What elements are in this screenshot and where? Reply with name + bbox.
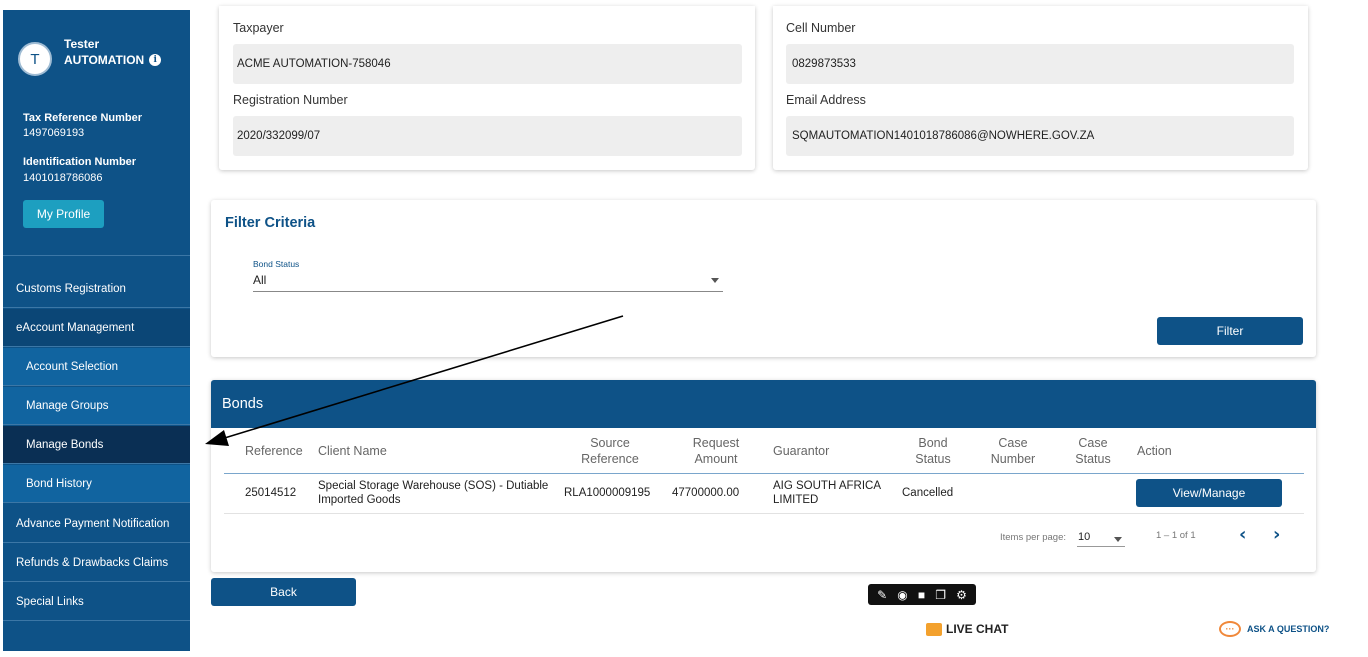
user-first-name: Tester	[64, 37, 100, 51]
sidebar: T Tester AUTOMATION i Tax Reference Numb…	[3, 10, 190, 651]
sidebar-divider	[3, 255, 190, 256]
column-header-guarantor: Guarantor	[773, 444, 830, 458]
bond-status-underline	[253, 291, 723, 292]
items-per-page-select[interactable]: 10	[1078, 531, 1090, 543]
filter-button[interactable]: Filter	[1157, 317, 1303, 345]
ask-question-link[interactable]: ··· ASK A QUESTION?	[1219, 621, 1329, 637]
tax-reference-value: 1497069193	[23, 127, 85, 139]
sidebar-item-account-selection[interactable]: Account Selection	[3, 348, 190, 386]
taxpayer-details-card: Taxpayer ACME AUTOMATION-758046 Registra…	[219, 6, 755, 170]
taxpayer-field: ACME AUTOMATION-758046	[233, 44, 742, 84]
cell-request-amount: 47700000.00	[672, 487, 740, 499]
column-header-case-number: Case Number	[990, 436, 1036, 466]
column-header-reference: Reference	[245, 444, 303, 458]
filter-criteria-card: Filter Criteria Bond Status All Filter	[211, 200, 1316, 357]
registration-number-field: 2020/332099/07	[233, 116, 742, 156]
sidebar-item-customs-registration[interactable]: Customs Registration	[3, 270, 190, 308]
registration-number-label: Registration Number	[233, 93, 348, 107]
cell-number-field: 0829873533	[786, 44, 1294, 84]
email-address-field: SQMAUTOMATION1401018786086@NOWHERE.GOV.Z…	[786, 116, 1294, 156]
row-divider	[224, 513, 1304, 514]
cell-guarantor: AIG SOUTH AFRICA LIMITED	[773, 480, 881, 506]
sidebar-item-eaccount-management[interactable]: eAccount Management	[3, 309, 190, 347]
header-divider	[224, 473, 1304, 474]
column-header-source-reference: Source Reference	[581, 436, 639, 466]
video-icon[interactable]: ■	[918, 589, 925, 601]
back-button[interactable]: Back	[211, 578, 356, 606]
sidebar-item-bond-history[interactable]: Bond History	[3, 465, 190, 503]
copy-icon[interactable]: ❐	[935, 589, 946, 601]
cell-number-label: Cell Number	[786, 21, 856, 35]
column-header-bond-status: Bond Status	[915, 436, 951, 466]
identification-label: Identification Number	[23, 156, 137, 168]
sidebar-item-refunds-drawbacks[interactable]: Refunds & Drawbacks Claims	[3, 544, 190, 582]
items-per-page-underline	[1077, 546, 1125, 547]
email-address-label: Email Address	[786, 93, 866, 107]
speech-bubble-icon: ···	[1219, 621, 1241, 637]
sidebar-item-special-links[interactable]: Special Links	[3, 583, 190, 621]
bonds-card: Bonds Reference Client Name Source Refere…	[211, 380, 1316, 572]
camera-icon[interactable]: ◉	[897, 589, 907, 601]
chevron-right-icon[interactable]: ›	[1273, 524, 1280, 545]
user-last-name-row: AUTOMATION i	[64, 53, 162, 67]
bond-status-select[interactable]: All	[253, 273, 266, 287]
items-per-page-label: Items per page:	[1000, 532, 1067, 543]
tax-reference-label: Tax Reference Number	[23, 112, 143, 124]
contact-details-card: Cell Number 0829873533 Email Address SQM…	[773, 6, 1308, 170]
view-manage-button[interactable]: View/Manage	[1136, 479, 1282, 507]
column-header-case-status: Case Status	[1075, 436, 1111, 466]
cell-reference: 25014512	[245, 487, 297, 499]
bond-status-label: Bond Status	[253, 259, 300, 269]
sidebar-item-advance-payment-notification[interactable]: Advance Payment Notification	[3, 505, 190, 543]
sidebar-item-manage-bonds[interactable]: Manage Bonds	[3, 426, 190, 464]
screenshot-edit-icon[interactable]: ✎	[877, 589, 887, 601]
column-header-request-amount: Request Amount	[692, 436, 740, 466]
live-chat-link[interactable]: LIVE CHAT	[926, 622, 1008, 636]
cell-client-name: Special Storage Warehouse (SOS) - Dutiab…	[318, 480, 549, 506]
cell-source-reference: RLA1000009195	[564, 487, 651, 499]
filter-criteria-title: Filter Criteria	[225, 215, 316, 231]
bonds-title: Bonds	[211, 380, 1316, 428]
info-icon[interactable]: i	[149, 54, 162, 66]
media-toolbar: ✎ ◉ ■ ❐ ⚙	[868, 584, 976, 605]
page: T Tester AUTOMATION i Tax Reference Numb…	[0, 0, 1368, 657]
identification-value: 1401018786086	[23, 172, 103, 184]
avatar[interactable]: T	[18, 42, 52, 76]
column-header-action: Action	[1137, 444, 1172, 458]
ask-question-label: ASK A QUESTION?	[1247, 624, 1330, 634]
chevron-left-icon[interactable]: ‹	[1239, 524, 1246, 545]
chat-icon	[926, 622, 942, 636]
gear-icon[interactable]: ⚙	[956, 589, 967, 601]
my-profile-button[interactable]: My Profile	[23, 200, 104, 228]
chevron-down-icon[interactable]	[1114, 537, 1122, 542]
column-header-client-name: Client Name	[318, 444, 387, 458]
cell-bond-status: Cancelled	[902, 487, 954, 499]
chevron-down-icon[interactable]	[711, 278, 719, 283]
taxpayer-label: Taxpayer	[233, 21, 284, 35]
live-chat-label: LIVE CHAT	[946, 622, 1009, 636]
user-last-name: AUTOMATION	[64, 53, 145, 67]
sidebar-item-manage-groups[interactable]: Manage Groups	[3, 387, 190, 425]
pagination-range: 1 – 1 of 1	[1156, 530, 1196, 541]
